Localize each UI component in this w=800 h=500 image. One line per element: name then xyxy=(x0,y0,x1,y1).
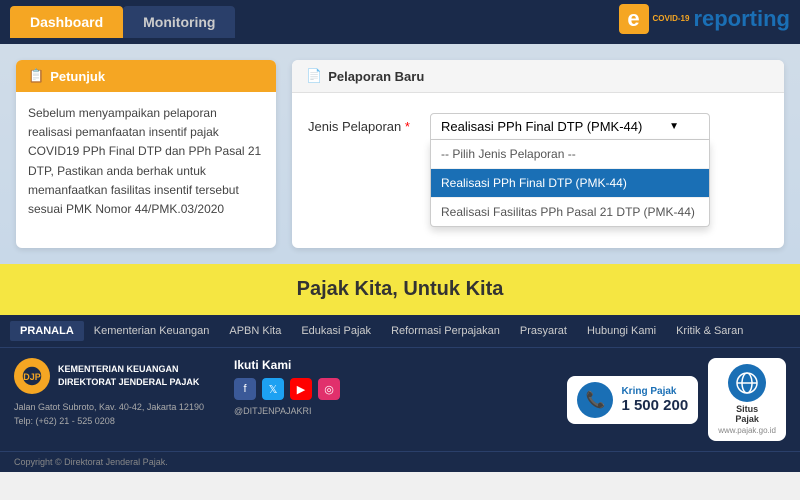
required-marker: * xyxy=(405,119,410,134)
situs-url: www.pajak.go.id xyxy=(718,426,776,435)
form-row-jenis: Jenis Pelaporan * Realisasi PPh Final DT… xyxy=(308,113,768,140)
form-label-jenis: Jenis Pelaporan * xyxy=(308,113,418,134)
book-icon: 📋 xyxy=(28,68,44,84)
djp-logo-icon: DJP xyxy=(14,358,50,394)
dropdown-item-pph-final[interactable]: Realisasi PPh Final DTP (PMK-44) xyxy=(431,169,709,198)
footer-nav-kritik[interactable]: Kritik & Saran xyxy=(666,321,753,341)
petunjuk-panel: 📋 Petunjuk Sebelum menyampaikan pelapora… xyxy=(16,60,276,248)
footer-address: Jalan Gatot Subroto, Kav. 40-42, Jakarta… xyxy=(14,400,214,429)
footer-navigation: PRANALA Kementerian Keuangan APBN Kita E… xyxy=(0,315,800,347)
top-navigation: Dashboard Monitoring e COVID-19 reportin… xyxy=(0,0,800,44)
footer-nav-hubungi[interactable]: Hubungi Kami xyxy=(577,321,666,341)
petunjuk-header: 📋 Petunjuk xyxy=(16,60,276,92)
situs-globe-icon xyxy=(728,364,766,402)
footer-right: 📞 Kring Pajak 1 500 200 SitusPajak www.p… xyxy=(567,358,786,441)
logo-e-letter: e xyxy=(619,4,649,34)
dropdown-selected-value: Realisasi PPh Final DTP (PMK-44) xyxy=(441,119,642,134)
kring-phone-icon: 📞 xyxy=(577,382,613,418)
youtube-icon[interactable]: ▶ xyxy=(290,378,312,400)
footer-nav-kemenkeu[interactable]: Kementerian Keuangan xyxy=(84,321,220,341)
footer-nav-apbn[interactable]: APBN Kita xyxy=(219,321,291,341)
facebook-icon[interactable]: f xyxy=(234,378,256,400)
kring-text: Kring Pajak 1 500 200 xyxy=(621,386,688,414)
dropdown-display[interactable]: Realisasi PPh Final DTP (PMK-44) ▼ xyxy=(430,113,710,140)
social-handle: @DITJENPAJAKRI xyxy=(234,406,340,416)
svg-text:DJP: DJP xyxy=(23,372,41,382)
social-icons: f 𝕏 ▶ ◎ xyxy=(234,378,340,400)
petunjuk-title: Petunjuk xyxy=(50,69,105,84)
pelaporan-title: Pelaporan Baru xyxy=(328,69,424,84)
footer-nav-prasyarat[interactable]: Prasyarat xyxy=(510,321,577,341)
logo-covid-label: COVID-19 xyxy=(653,14,690,24)
logo-area: e COVID-19 reporting xyxy=(619,4,790,34)
footer-logo-section: DJP KEMENTERIAN KEUANGAN DIREKTORAT JEND… xyxy=(14,358,214,429)
dropdown-item-placeholder[interactable]: -- Pilih Jenis Pelaporan -- xyxy=(431,140,709,169)
banner-text: Pajak Kita, Untuk Kita xyxy=(297,278,504,300)
situs-label: SitusPajak xyxy=(735,404,759,424)
instagram-icon[interactable]: ◎ xyxy=(318,378,340,400)
kring-label: Kring Pajak xyxy=(621,386,688,397)
footer-nav-reformasi[interactable]: Reformasi Perpajakan xyxy=(381,321,510,341)
copyright-text: Copyright © Direktorat Jenderal Pajak. xyxy=(14,457,168,467)
pelaporan-header: 📄 Pelaporan Baru xyxy=(292,60,784,93)
dropdown-list: -- Pilih Jenis Pelaporan -- Realisasi PP… xyxy=(430,140,710,227)
kring-pajak-badge: 📞 Kring Pajak 1 500 200 xyxy=(567,376,698,424)
dropdown-item-fasilitas[interactable]: Realisasi Fasilitas PPh Pasal 21 DTP (PM… xyxy=(431,198,709,226)
document-icon: 📄 xyxy=(306,68,322,84)
logo-reporting-label: reporting xyxy=(693,6,790,32)
kring-number: 1 500 200 xyxy=(621,397,688,414)
pelaporan-panel: 📄 Pelaporan Baru Jenis Pelaporan * Reali… xyxy=(292,60,784,248)
footer-copyright: Copyright © Direktorat Jenderal Pajak. xyxy=(0,451,800,472)
tab-monitoring[interactable]: Monitoring xyxy=(123,6,235,38)
footer-nav-pranala[interactable]: PRANALA xyxy=(10,321,84,341)
chevron-down-icon: ▼ xyxy=(669,121,679,132)
footer-body: DJP KEMENTERIAN KEUANGAN DIREKTORAT JEND… xyxy=(0,347,800,451)
twitter-icon[interactable]: 𝕏 xyxy=(262,378,284,400)
footer-social: Ikuti Kami f 𝕏 ▶ ◎ @DITJENPAJAKRI xyxy=(234,358,340,416)
pelaporan-body: Jenis Pelaporan * Realisasi PPh Final DT… xyxy=(292,93,784,201)
situs-pajak-badge[interactable]: SitusPajak www.pajak.go.id xyxy=(708,358,786,441)
main-content: 📋 Petunjuk Sebelum menyampaikan pelapora… xyxy=(0,44,800,264)
social-title: Ikuti Kami xyxy=(234,358,340,372)
yellow-banner: Pajak Kita, Untuk Kita xyxy=(0,264,800,315)
footer-logo-row: DJP KEMENTERIAN KEUANGAN DIREKTORAT JEND… xyxy=(14,358,214,394)
footer-org-name: KEMENTERIAN KEUANGAN DIREKTORAT JENDERAL… xyxy=(58,363,199,388)
tab-dashboard[interactable]: Dashboard xyxy=(10,6,123,38)
petunjuk-body: Sebelum menyampaikan pelaporan realisasi… xyxy=(16,92,276,231)
jenis-pelaporan-dropdown[interactable]: Realisasi PPh Final DTP (PMK-44) ▼ -- Pi… xyxy=(430,113,710,140)
footer-nav-edukasi[interactable]: Edukasi Pajak xyxy=(291,321,381,341)
